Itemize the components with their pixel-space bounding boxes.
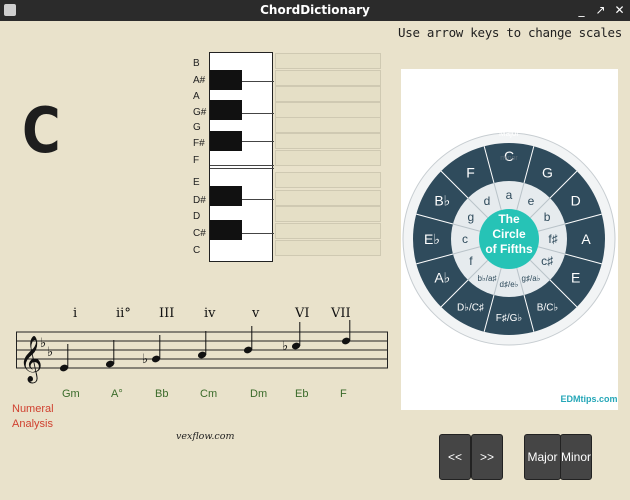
minor-key-label: f♯ — [548, 232, 557, 246]
minor-key-label: g — [468, 210, 475, 224]
center-line-3: of Fifths — [485, 242, 533, 256]
numeral-5: v — [252, 306, 260, 321]
minor-key-label: a — [506, 188, 513, 202]
note-label-f-sharp: F# — [193, 138, 205, 149]
chord-label-1: Gm — [62, 388, 80, 400]
chord-name: C — [22, 94, 61, 167]
next-scale-button[interactable]: >> — [471, 434, 503, 480]
note-row — [275, 223, 381, 239]
note-label-a-sharp: A# — [193, 75, 206, 86]
circle-of-fifths-image: C G D A E B/C♭ F♯/G♭ D♭/C♯ A♭ E♭ B♭ F a e b f♯ c♯ g♯/a♭ d… — [401, 69, 618, 410]
note-row — [275, 70, 381, 86]
note-row — [275, 117, 381, 133]
major-key-label: E — [571, 270, 580, 286]
minor-key-label: b♭/a♯ — [478, 274, 497, 283]
major-key-label: D♭/C♯ — [457, 303, 484, 314]
black-key-a-sharp[interactable] — [210, 70, 242, 90]
numeral-2: ii° — [116, 306, 131, 321]
major-key-label: B♭ — [434, 193, 450, 209]
major-key-label: B/C♭ — [537, 303, 558, 314]
note-row — [275, 240, 381, 256]
major-key-label: G — [542, 164, 553, 180]
minor-key-label: g♯/a♭ — [522, 274, 541, 283]
prev-scale-button[interactable]: << — [439, 434, 471, 480]
chord-label-4: Cm — [200, 388, 218, 400]
major-key-label: F — [466, 164, 475, 180]
black-key-d-sharp[interactable] — [210, 186, 242, 206]
major-button[interactable]: Major — [524, 434, 561, 480]
black-key-f-sharp[interactable] — [210, 131, 242, 151]
major-label: Major — [499, 129, 519, 138]
note-label-b: B — [193, 58, 200, 69]
key-divider — [210, 165, 274, 166]
numeral-3: III — [159, 306, 175, 321]
note-label-d: D — [193, 211, 201, 222]
numeral-6: VI — [295, 306, 310, 321]
chord-label-5: Dm — [250, 388, 268, 400]
numeral-7: VII — [331, 306, 351, 321]
minor-key-label: d — [484, 194, 491, 208]
note-row — [275, 86, 381, 102]
brand-logo: EDMtips.com — [560, 394, 617, 404]
window-title: ChordDictionary — [260, 3, 370, 17]
chord-label-7: F — [340, 388, 347, 400]
key-divider — [210, 168, 274, 169]
numeral-analysis-line2: Analysis — [12, 418, 53, 430]
staff-lines — [16, 331, 388, 369]
flat-sign-icon: ♭ — [47, 345, 53, 360]
piano-keyboard — [209, 52, 274, 262]
note-row — [275, 102, 381, 118]
numeral-analysis-label: Numeral Analysis — [12, 402, 54, 432]
major-key-label: A — [581, 231, 591, 247]
major-key-label: F♯/G♭ — [496, 313, 522, 324]
note-label-g: G — [193, 122, 201, 133]
note-label-g-sharp: G# — [193, 107, 207, 118]
note-row — [275, 190, 381, 206]
black-key-c-sharp[interactable] — [210, 220, 242, 240]
staff-notes: ♭♭ — [59, 320, 351, 372]
numeral-analysis-line1: Numeral — [12, 403, 54, 415]
flat-accidental-icon: ♭ — [142, 352, 148, 367]
major-key-label: A♭ — [434, 270, 450, 286]
note-label-f: F — [193, 155, 200, 166]
note-label-d-sharp: D# — [193, 195, 206, 206]
black-key-g-sharp[interactable] — [210, 100, 242, 120]
note-row — [275, 53, 381, 69]
note-label-a: A — [193, 91, 200, 102]
maximize-icon[interactable]: ↗ — [594, 2, 607, 18]
note-label-c: C — [193, 245, 201, 256]
chord-label-3: Bb — [155, 388, 169, 400]
note-row — [275, 172, 381, 188]
center-line-2: Circle — [492, 227, 526, 241]
center-line-1: The — [498, 212, 520, 226]
minor-key-label: b — [544, 210, 551, 224]
numeral-4: iv — [204, 306, 216, 321]
note-label-c-sharp: C# — [193, 228, 206, 239]
minor-key-label: d♯/e♭ — [500, 280, 519, 289]
minor-button[interactable]: Minor — [560, 434, 592, 480]
flat-sign-icon: ♭ — [40, 336, 46, 351]
close-icon[interactable]: ✕ — [613, 2, 626, 18]
note-row — [275, 150, 381, 166]
scale-hint: Use arrow keys to change scales — [398, 25, 622, 40]
major-key-label: E♭ — [424, 231, 440, 247]
circle-of-fifths-graphic: CGDAEB/C♭F♯/G♭D♭/C♯A♭E♭B♭F a ebf♯c♯g♯/a♭d… — [402, 129, 618, 404]
numeral-1: i — [73, 306, 78, 321]
major-key-label: D — [571, 193, 581, 209]
minimize-icon[interactable]: _ — [575, 2, 588, 18]
note-row — [275, 133, 381, 149]
minor-key-label: e — [528, 194, 535, 208]
flat-accidental-icon: ♭ — [282, 339, 288, 354]
note-label-e: E — [193, 177, 200, 188]
chord-label-2: A° — [111, 388, 123, 400]
note-row — [275, 206, 381, 222]
title-bar: ChordDictionary _ ↗ ✕ — [0, 0, 630, 21]
minor-label: minor — [500, 155, 518, 162]
chord-label-6: Eb — [295, 388, 309, 400]
minor-key-label: c — [462, 232, 468, 246]
vexflow-credit: vexflow.com — [176, 431, 235, 442]
minor-key-label: c♯ — [541, 254, 553, 268]
